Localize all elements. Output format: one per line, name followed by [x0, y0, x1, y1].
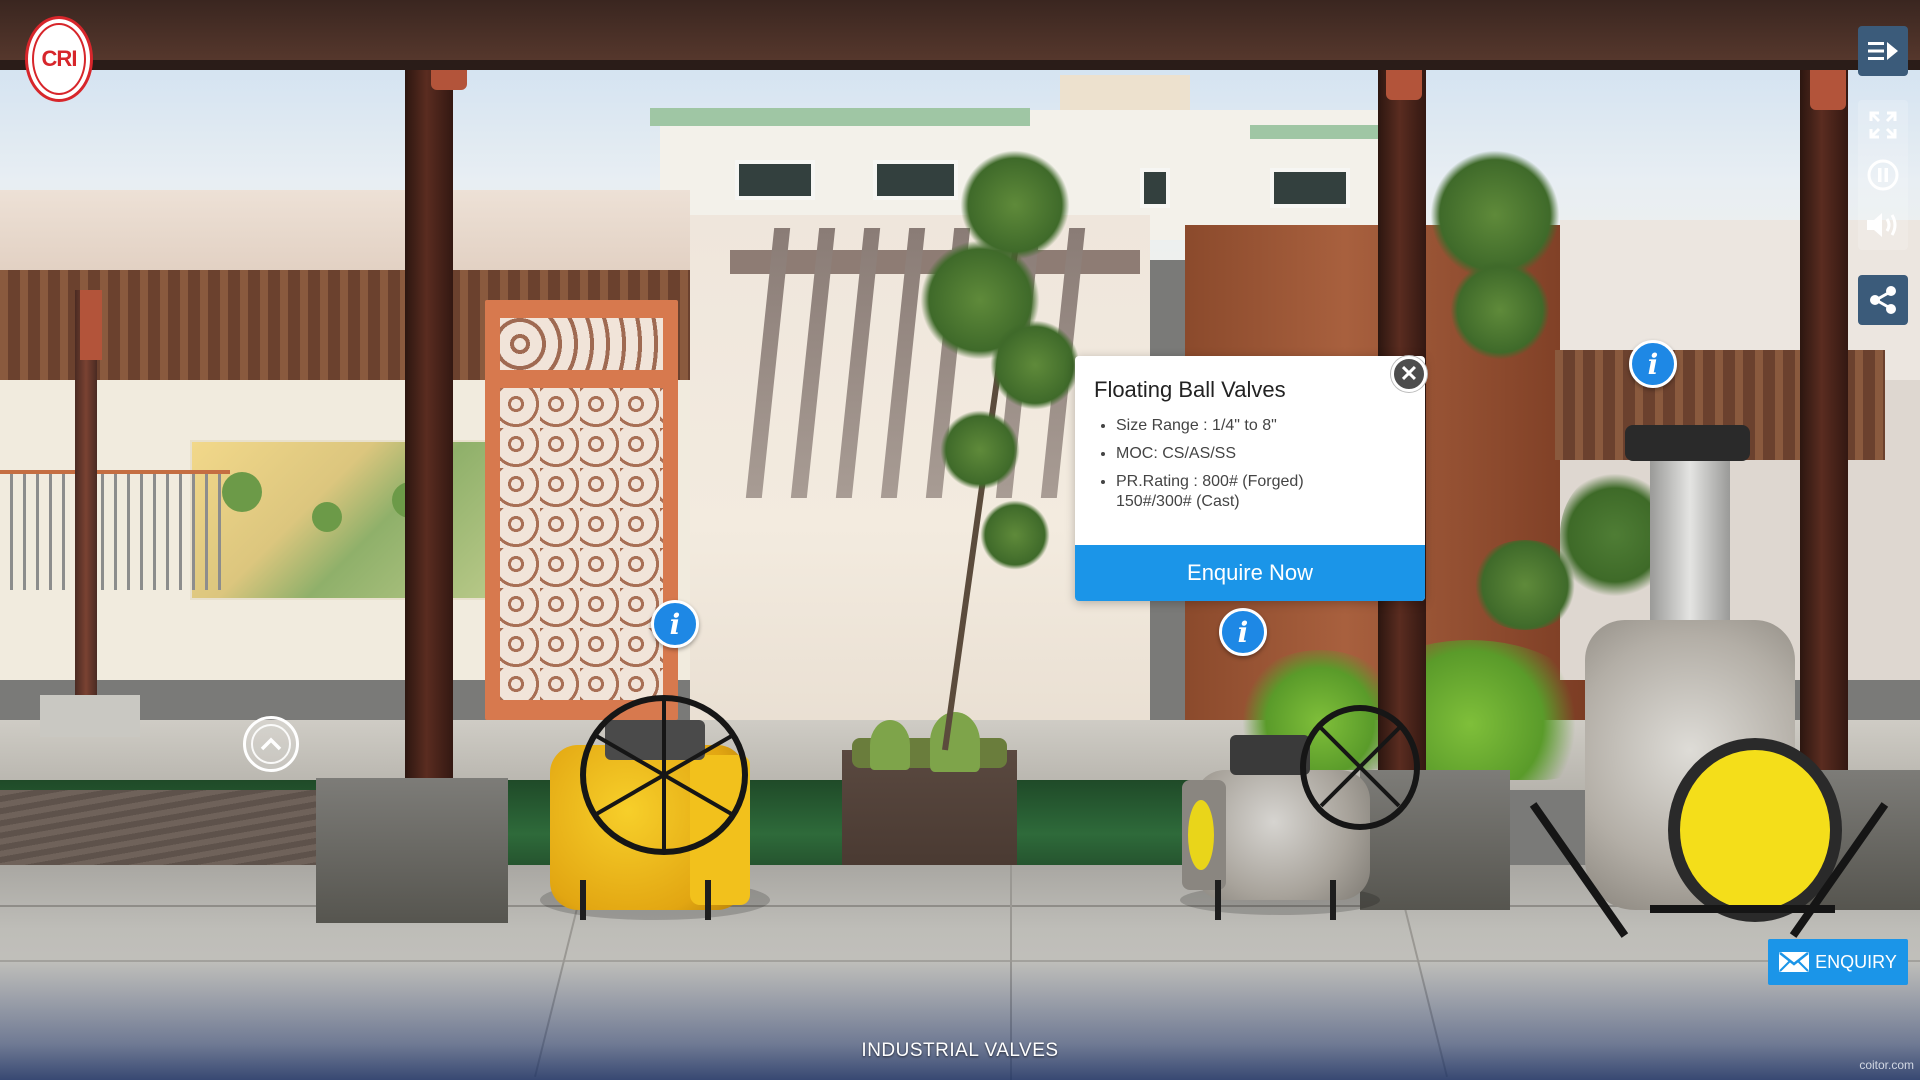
pause-icon — [1867, 159, 1899, 191]
building-window — [735, 160, 815, 200]
left-roof — [0, 190, 690, 280]
nav-hotspot-ring — [251, 724, 291, 764]
tree-leaves — [1450, 260, 1550, 360]
jali-pattern — [500, 388, 663, 700]
player-controls — [1858, 100, 1908, 250]
enquire-now-button[interactable]: Enquire Now — [1075, 545, 1425, 601]
credit-link[interactable]: coitor.com — [1859, 1058, 1914, 1072]
building-window — [1270, 168, 1350, 208]
ceiling-beam-shadow — [0, 60, 1920, 70]
jali-pattern — [500, 318, 663, 370]
panorama-scene[interactable] — [0, 0, 1920, 1080]
valve-stand — [1215, 880, 1221, 920]
building-window — [1140, 168, 1170, 208]
spec-item-line: PR.Rating : 800# (Forged) — [1116, 473, 1304, 490]
grass — [930, 712, 980, 772]
tree-leaves — [990, 320, 1080, 410]
sound-button[interactable] — [1858, 200, 1908, 250]
pillar — [1800, 0, 1848, 790]
pillar-cap — [80, 290, 102, 360]
balcony-railing — [0, 470, 230, 590]
spec-item: PR.Rating : 800# (Forged) 150#/300# (Cas… — [1116, 472, 1406, 512]
building-window — [873, 160, 958, 200]
building-roof — [650, 108, 1030, 126]
spec-item: Size Range : 1/4" to 8" — [1116, 416, 1406, 436]
valve-stand — [1330, 880, 1336, 920]
fullscreen-icon — [1869, 111, 1897, 139]
valve-stand — [1650, 905, 1835, 913]
pillar-base — [40, 695, 140, 737]
logo-text: CRI — [32, 23, 86, 95]
gate-valve-stem — [1650, 430, 1730, 640]
info-hotspot-yellow-valve[interactable]: i — [651, 600, 699, 648]
menu-toggle-button[interactable] — [1858, 26, 1908, 76]
share-icon — [1870, 286, 1896, 314]
share-button[interactable] — [1858, 275, 1908, 325]
valve-flange-cover — [1188, 800, 1214, 870]
scene-caption: INDUSTRIAL VALVES — [861, 1040, 1059, 1061]
fullscreen-button[interactable] — [1858, 100, 1908, 150]
info-icon: i — [1647, 347, 1659, 381]
info-hotspot-ball-valve[interactable]: i — [1219, 608, 1267, 656]
cri-logo[interactable]: CRI — [25, 16, 93, 102]
info-icon: i — [1237, 615, 1249, 649]
menu-collapse-icon — [1868, 42, 1898, 60]
spec-item-line: 150#/300# (Cast) — [1116, 493, 1240, 510]
caption-gradient — [0, 960, 1920, 1080]
product-info-popup: Floating Ball Valves ✕ Size Range : 1/4"… — [1075, 356, 1427, 601]
mail-icon — [1779, 952, 1810, 972]
close-icon: ✕ — [1399, 361, 1419, 386]
tree-leaves — [940, 410, 1020, 490]
valve-stand — [580, 880, 586, 920]
gate-valve-flange-cover — [1680, 750, 1830, 910]
pillar-base — [316, 778, 508, 923]
tree-leaves — [980, 500, 1050, 570]
autorotate-pause-button[interactable] — [1858, 150, 1908, 200]
enquiry-button[interactable]: ENQUIRY — [1768, 939, 1908, 985]
spec-item: MOC: CS/AS/SS — [1116, 444, 1406, 464]
valve-handwheel-spoke — [662, 696, 666, 854]
gate-valve-actuator — [1625, 425, 1750, 461]
volume-icon — [1867, 213, 1897, 237]
mail-icon-envelope — [1779, 952, 1809, 972]
navigation-hotspot[interactable] — [243, 716, 299, 772]
info-icon: i — [669, 607, 681, 641]
grass — [870, 720, 910, 770]
pillar — [405, 0, 453, 800]
valve-stand — [705, 880, 711, 920]
enquiry-label: ENQUIRY — [1815, 951, 1897, 972]
valve-actuator — [1230, 735, 1310, 775]
popup-spec-list: Size Range : 1/4" to 8" MOC: CS/AS/SS PR… — [1116, 416, 1406, 512]
info-hotspot-gate-valve[interactable]: i — [1629, 340, 1677, 388]
chevron-up-icon — [260, 737, 282, 751]
popup-title: Floating Ball Valves — [1094, 377, 1286, 402]
boardwalk — [0, 790, 350, 870]
mural-tree — [312, 502, 342, 532]
popup-close-button[interactable]: ✕ — [1391, 356, 1427, 392]
